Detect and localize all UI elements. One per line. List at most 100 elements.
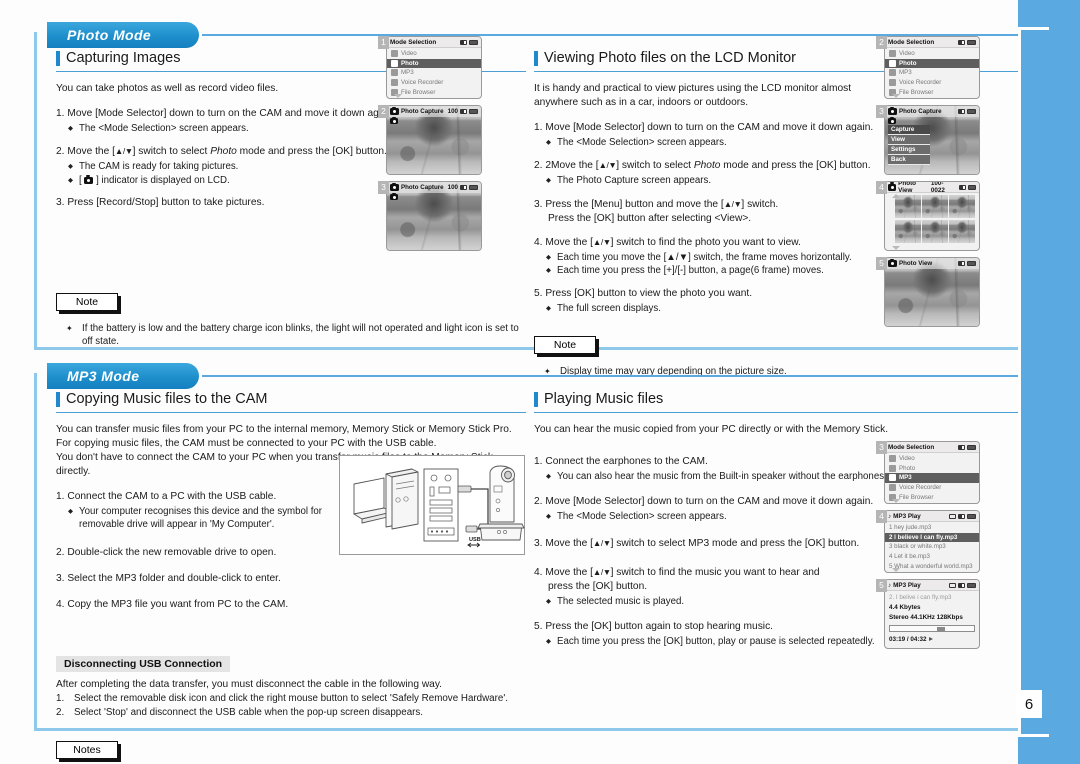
- lcd-title-text: Mode Selection: [888, 443, 935, 451]
- lcd-list-item[interactable]: Video: [885, 454, 979, 464]
- lcd-list-item-selected[interactable]: MP3: [885, 473, 979, 483]
- lcd-list-item[interactable]: Video: [387, 49, 481, 59]
- lcd-body: Mode Selection Video Photo MP3 Voice Rec…: [884, 441, 980, 504]
- mode-tab-photo: Photo Mode: [47, 22, 199, 48]
- scroll-down-arrow-icon[interactable]: [892, 568, 900, 572]
- lcd-list-item[interactable]: Photo: [885, 464, 979, 474]
- scroll-down-arrow-icon[interactable]: [892, 94, 900, 98]
- updown-switch-icon: ▲/▼: [592, 537, 611, 548]
- step-number: 3.: [56, 197, 65, 209]
- step-number: 3.: [56, 572, 65, 584]
- updown-switch-icon: ▲/▼: [592, 566, 611, 577]
- lcd-list-item[interactable]: Voice Recorder: [387, 78, 481, 88]
- mp3-track-item-selected[interactable]: 2 I believe I can fly.mp3: [885, 532, 979, 543]
- mode-tab-mp3: MP3 Mode: [47, 363, 199, 389]
- thumbnail-item[interactable]: [949, 219, 975, 243]
- step-text-post: ] switch to find the music you want to h…: [610, 566, 820, 578]
- lcd-item-label: Photo: [899, 464, 916, 472]
- menu-item-view[interactable]: View: [888, 135, 930, 145]
- step-text: Press [Record/Stop] button to take pictu…: [67, 197, 265, 209]
- mp3-elapsed-total: 03:19 / 04:32: [889, 635, 927, 643]
- viewing-intro: It is handy and practical to view pictur…: [534, 83, 852, 108]
- mp3-track-item[interactable]: 1 hey jude.mp3: [885, 523, 979, 533]
- lcd-step-badge: 2: [378, 105, 389, 118]
- lcd-titlebar: Photo View: [885, 258, 979, 269]
- thumbnail-item[interactable]: [949, 195, 975, 219]
- lcd-step-badge: 3: [378, 181, 389, 194]
- section-left-rail: [34, 373, 37, 731]
- scroll-up-arrow-icon[interactable]: [892, 194, 900, 198]
- page-number: 6: [1016, 690, 1042, 718]
- lcd-list-item[interactable]: Voice Recorder: [885, 483, 979, 493]
- disconnect-block: Disconnecting USB Connection After compl…: [56, 654, 526, 720]
- thumbnail-item[interactable]: [895, 219, 921, 243]
- step-number: 3.: [534, 537, 543, 549]
- lcd-counter: 100: [447, 184, 458, 191]
- lcd-titlebar: Photo Capture 100: [387, 106, 481, 117]
- lcd-body: Photo View 100-0022: [884, 181, 980, 251]
- mp3-progress-bar[interactable]: [889, 624, 975, 632]
- step-text-pre: Press the [Menu] button and move the [: [545, 198, 724, 210]
- lcd-mode-list: Video Photo MP3 Voice Recorder File Brow…: [885, 48, 979, 98]
- lcd-list-item[interactable]: MP3: [885, 68, 979, 78]
- scroll-down-arrow-icon[interactable]: [892, 246, 900, 250]
- lcd-mode-list: Video Photo MP3 Voice Recorder File Brow…: [387, 48, 481, 98]
- scroll-down-arrow-icon[interactable]: [394, 94, 402, 98]
- camera-icon: [888, 106, 897, 115]
- step-text-post: ] switch to select: [132, 146, 211, 158]
- lcd-item-label: Photo: [401, 59, 419, 67]
- memory-card-icon: [959, 184, 966, 190]
- battery-icon: [967, 261, 976, 266]
- playing-intro: You can hear the music copied from your …: [534, 424, 889, 435]
- menu-item-settings[interactable]: Settings: [888, 145, 930, 155]
- lcd-list-item[interactable]: Video: [885, 49, 979, 59]
- lcd-list-item[interactable]: MP3: [387, 68, 481, 78]
- video-icon: [889, 455, 896, 463]
- lcd-step-badge: 5: [876, 257, 887, 270]
- track-label: 1 hey jude.mp3: [889, 524, 932, 532]
- thumbnail-image: [949, 195, 975, 219]
- lcd-screen-mode-selection: 2 Mode Selection Video Photo MP3 Voice R…: [876, 36, 980, 99]
- lcd-body: Photo Capture 100: [386, 181, 482, 251]
- mp3-progress-knob[interactable]: [937, 626, 946, 631]
- lcd-step-badge: 3: [876, 441, 887, 454]
- battery-icon: [967, 444, 976, 450]
- mp3-track-item[interactable]: 3 black or white.mp3: [885, 542, 979, 552]
- thumbnail-image: [922, 219, 948, 243]
- track-label: 3 black or white.mp3: [889, 543, 946, 551]
- lcd-titlebar: Mode Selection: [387, 37, 481, 48]
- lcd-item-label: File Browser: [899, 88, 934, 96]
- lcd-item-label: Video: [401, 50, 417, 58]
- lcd-screen-photo-view-grid: 4 Photo View 100-0022: [876, 181, 980, 251]
- lcd-list-item-selected[interactable]: Photo: [387, 58, 481, 69]
- note-block-mp3: Notes The way of transferring, playing w…: [56, 740, 526, 764]
- usb-connection-diagram: USB: [339, 455, 525, 555]
- note-label: Notes: [56, 740, 118, 759]
- lcd-screen-photo-view-full: 5 Photo View: [876, 257, 980, 327]
- lcd-step-badge: 1: [378, 36, 389, 49]
- mp3-track-item[interactable]: 4 Let it be.mp3: [885, 552, 979, 562]
- lcd-list-item[interactable]: Voice Recorder: [885, 78, 979, 88]
- step-number: 3.: [534, 198, 543, 210]
- menu-item-back[interactable]: Back: [888, 155, 930, 165]
- step-item: 4. Copy the MP3 file you want from PC to…: [56, 598, 526, 612]
- lcd-screen-photo-capture-menu: 3 Photo Capture Capture View Settings Ba…: [876, 105, 980, 175]
- memory-card-icon: [460, 39, 467, 45]
- menu-item-capture[interactable]: Capture: [888, 125, 930, 135]
- lcd-step-badge: 3: [876, 105, 887, 118]
- thumbnail-item[interactable]: [922, 219, 948, 243]
- disconnect-heading: Disconnecting USB Connection: [56, 655, 231, 672]
- note-item: If the battery is low and the battery ch…: [60, 322, 526, 348]
- lcd-titlebar: Photo View 100-0022: [885, 182, 979, 194]
- scroll-down-arrow-icon[interactable]: [892, 499, 900, 503]
- camera-icon: [390, 192, 398, 200]
- play-icon[interactable]: [929, 637, 934, 641]
- step-text: Move [Mode Selector] down to turn on the…: [545, 496, 874, 508]
- updown-switch-icon: ▲/▼: [592, 236, 611, 247]
- thumbnail-item[interactable]: [922, 195, 948, 219]
- thumbnail-image: [895, 219, 921, 243]
- thumbnail-item[interactable]: [895, 195, 921, 219]
- disconnect-step: 2. Select 'Stop' and disconnect the USB c…: [56, 706, 526, 720]
- lcd-list-item-selected[interactable]: Photo: [885, 58, 979, 69]
- memory-card-icon: [958, 109, 965, 114]
